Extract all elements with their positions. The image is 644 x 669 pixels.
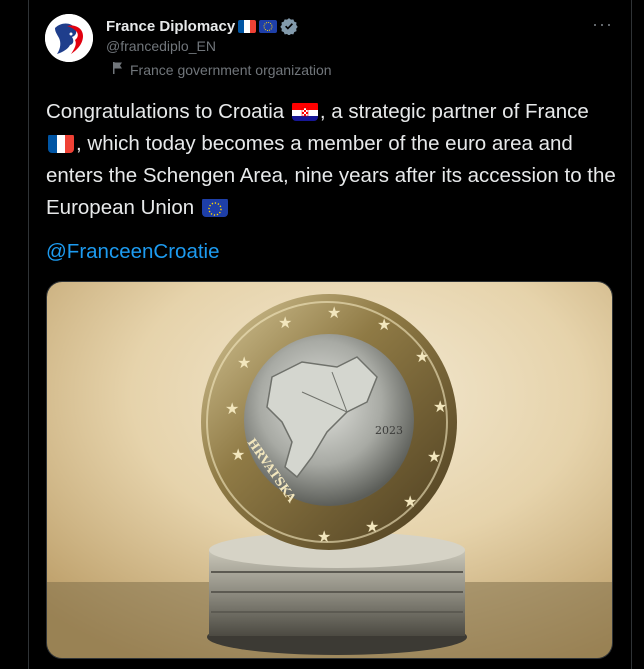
org-label: France government organization [130, 61, 332, 78]
svg-text:★: ★ [365, 517, 379, 536]
more-icon[interactable]: ··· [592, 14, 613, 35]
coin-right-text: 2023 [375, 424, 403, 437]
svg-text:★: ★ [317, 527, 331, 546]
verified-badge-icon[interactable] [280, 17, 298, 36]
marianne-logo-icon [45, 14, 93, 62]
mention-link[interactable]: @FranceenCroatie [46, 240, 220, 264]
svg-text:★: ★ [433, 397, 447, 416]
svg-text:★: ★ [327, 303, 341, 322]
france-flag-emoji-icon [48, 133, 74, 153]
eu-flag-emoji-icon [201, 197, 228, 217]
tweet-header: France Diplomacy @francediplo_EN [106, 16, 298, 54]
avatar[interactable] [45, 14, 93, 62]
tweet-text-part2: , a strategic partner of France [319, 100, 589, 123]
eu-flag-icon [259, 19, 278, 33]
svg-text:★: ★ [427, 447, 441, 466]
timeline-border-right [631, 0, 632, 669]
svg-text:★: ★ [415, 347, 429, 366]
timeline-border-left [28, 0, 29, 669]
svg-text:★: ★ [231, 445, 245, 464]
svg-text:★: ★ [403, 492, 417, 511]
flag-icon [112, 61, 124, 78]
handle[interactable]: @francediplo_EN [106, 38, 298, 54]
svg-text:★: ★ [237, 353, 251, 372]
svg-text:★: ★ [377, 315, 391, 334]
croatia-flag-icon [291, 101, 318, 121]
display-name[interactable]: France Diplomacy [106, 18, 235, 35]
svg-text:★: ★ [278, 313, 292, 332]
svg-text:★: ★ [225, 399, 239, 418]
org-affiliation: France government organization [112, 61, 332, 78]
tweet-text-part1: Congratulations to Croatia [46, 100, 285, 123]
euro-coin-image: ★★★ ★★★ ★★★ ★★★ HRVATSKA 2023 [47, 282, 612, 658]
france-flag-icon [238, 19, 257, 33]
tweet-text-part3: , which today becomes a member of the eu… [46, 132, 616, 219]
tweet-photo[interactable]: ★ ★ ★ ★ ★ ★ ★ ★ ★ ★ ★ ★ HRVATSKA 2023 [46, 281, 613, 659]
tweet-text: Congratulations to Croatia , a strategic… [46, 96, 621, 224]
